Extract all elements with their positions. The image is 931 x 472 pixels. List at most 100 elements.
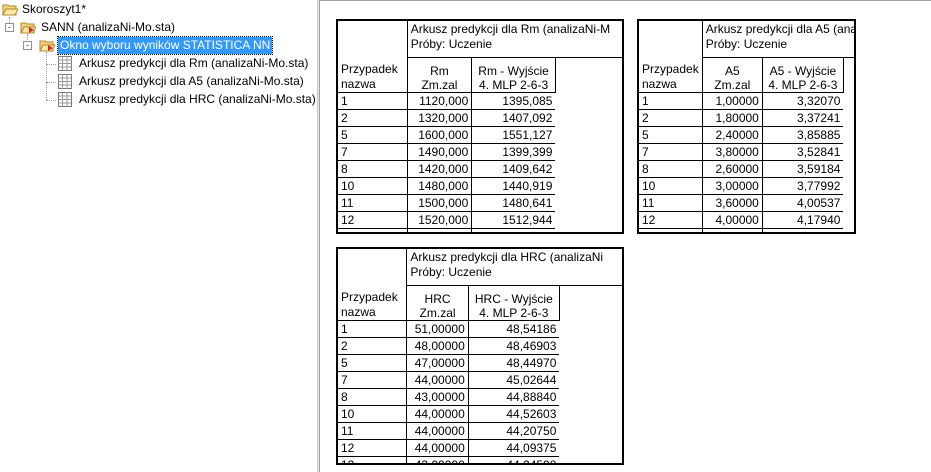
- target-value-cell[interactable]: 44,00000: [406, 439, 469, 457]
- target-value-cell[interactable]: 1500,000: [406, 228, 472, 232]
- case-id-cell[interactable]: 10: [338, 177, 408, 195]
- output-value-cell[interactable]: 1539,517: [471, 228, 556, 232]
- output-value-cell[interactable]: 3,52841: [761, 143, 844, 161]
- case-id-cell[interactable]: 5: [338, 354, 407, 372]
- output-value-cell[interactable]: 1399,399: [471, 143, 556, 161]
- table-row[interactable]: 1 51,00000 48,54186: [338, 320, 622, 338]
- table-row[interactable]: 10 44,00000 44,52603: [338, 405, 622, 423]
- target-value-cell[interactable]: 2,40000: [701, 126, 763, 144]
- tree-node-sheet-rm[interactable]: Arkusz predykcji dla Rm (analizaNi-Mo.st…: [0, 55, 317, 72]
- table-row[interactable]: 12 44,00000 44,09375: [338, 439, 622, 457]
- case-id-cell[interactable]: 1: [338, 92, 408, 110]
- output-value-cell[interactable]: 44,24598: [467, 456, 560, 463]
- output-value-cell[interactable]: 1395,085: [471, 92, 556, 110]
- table-row[interactable]: 7 3,80000 3,52841: [639, 143, 854, 161]
- table-row[interactable]: 10 1480,000 1440,919: [338, 177, 622, 195]
- output-value-cell[interactable]: 48,44970: [467, 354, 560, 372]
- column-header-target[interactable]: Rm Zm.zal: [406, 57, 472, 93]
- output-value-cell[interactable]: 1480,641: [471, 194, 556, 212]
- case-id-cell[interactable]: 2: [338, 337, 407, 355]
- column-header-output[interactable]: HRC - Wyjście 4. MLP 2-6-3: [467, 285, 560, 321]
- case-id-cell[interactable]: 12: [338, 439, 407, 457]
- table-row[interactable]: 2 1,80000 3,37241: [639, 109, 854, 127]
- target-value-cell[interactable]: 1600,000: [406, 126, 472, 144]
- case-id-cell[interactable]: 10: [639, 177, 703, 195]
- output-value-cell[interactable]: 1440,919: [471, 177, 556, 195]
- tree-node-sheet-hrc[interactable]: Arkusz predykcji dla HRC (analizaNi-Mo.s…: [0, 91, 317, 108]
- case-id-cell[interactable]: 10: [338, 405, 407, 423]
- output-value-cell[interactable]: 44,09375: [467, 439, 560, 457]
- prediction-sheet-a5[interactable]: Przypadek nazwa Arkusz predykcji dla A5 …: [637, 19, 856, 234]
- target-value-cell[interactable]: 51,00000: [406, 320, 469, 338]
- target-value-cell[interactable]: 1320,000: [406, 109, 472, 127]
- table-row[interactable]: 11 3,60000 4,00537: [639, 194, 854, 212]
- target-value-cell[interactable]: 1500,000: [406, 194, 472, 212]
- column-header-target[interactable]: HRC Zm.zal: [406, 285, 469, 321]
- output-value-cell[interactable]: 45,02644: [467, 371, 560, 389]
- prediction-sheet-rm[interactable]: Przypadek nazwa Arkusz predykcji dla Rm …: [336, 19, 624, 234]
- output-value-cell[interactable]: 1409,642: [471, 160, 556, 178]
- output-value-cell[interactable]: 4,17940: [761, 211, 844, 229]
- output-value-cell[interactable]: 1551,127: [471, 126, 556, 144]
- table-row[interactable]: 10 3,00000 3,77992: [639, 177, 854, 195]
- table-row[interactable]: 11 1500,000 1480,641: [338, 194, 622, 212]
- target-value-cell[interactable]: 3,80000: [701, 143, 763, 161]
- table-row[interactable]: 8 43,00000 44,88840: [338, 388, 622, 406]
- table-row[interactable]: 131500,0001539,517: [338, 228, 622, 232]
- table-row[interactable]: 8 2,60000 3,59184: [639, 160, 854, 178]
- tree-node-sann[interactable]: - SANN (analizaNi-Mo.sta): [0, 19, 300, 36]
- target-value-cell[interactable]: 1520,000: [406, 211, 472, 229]
- output-value-cell[interactable]: 44,52603: [467, 405, 560, 423]
- case-id-cell[interactable]: 5: [338, 126, 408, 144]
- output-value-cell[interactable]: 3,37241: [761, 109, 844, 127]
- table-row[interactable]: 13 43,00000 44,24598: [338, 456, 622, 463]
- table-row[interactable]: 2 48,00000 48,46903: [338, 337, 622, 355]
- collapse-icon[interactable]: -: [23, 41, 32, 50]
- table-row[interactable]: 1 1120,000 1395,085: [338, 92, 622, 110]
- output-value-cell[interactable]: 44,20750: [467, 422, 560, 440]
- tree-node-sheet-a5[interactable]: Arkusz predykcji dla A5 (analizaNi-Mo.st…: [0, 73, 317, 90]
- case-id-cell[interactable]: 2: [338, 109, 408, 127]
- table-row[interactable]: 11 44,00000 44,20750: [338, 422, 622, 440]
- case-id-cell[interactable]: 5: [639, 126, 703, 144]
- target-value-cell[interactable]: 1420,000: [406, 160, 472, 178]
- target-value-cell[interactable]: 44,00000: [406, 405, 469, 423]
- table-row[interactable]: 12 4,00000 4,17940: [639, 211, 854, 229]
- case-id-cell[interactable]: 11: [338, 422, 407, 440]
- table-row[interactable]: 5 47,00000 48,44970: [338, 354, 622, 372]
- target-value-cell[interactable]: 1,80000: [701, 109, 763, 127]
- target-value-cell[interactable]: 1120,000: [406, 92, 472, 110]
- case-id-cell[interactable]: 11: [639, 194, 703, 212]
- output-value-cell[interactable]: 44,88840: [467, 388, 560, 406]
- column-header-output[interactable]: A5 - Wyjście 4. MLP 2-6-3: [761, 57, 844, 93]
- table-row[interactable]: 8 1420,000 1409,642: [338, 160, 622, 178]
- case-id-cell[interactable]: 13: [338, 228, 408, 232]
- output-value-cell[interactable]: 3,32070: [761, 92, 844, 110]
- output-value-cell[interactable]: 4,00537: [761, 194, 844, 212]
- case-id-cell[interactable]: 8: [338, 388, 407, 406]
- column-header-output[interactable]: Rm - Wyjście 4. MLP 2-6-3: [471, 57, 556, 93]
- table-row[interactable]: 134,200004,37485: [639, 228, 854, 232]
- target-value-cell[interactable]: 3,00000: [701, 177, 763, 195]
- table-row[interactable]: 5 2,40000 3,85885: [639, 126, 854, 144]
- case-id-cell[interactable]: 12: [338, 211, 408, 229]
- column-header-target[interactable]: A5 Zm.zal: [701, 57, 763, 93]
- prediction-sheet-hrc[interactable]: Przypadek nazwa Arkusz predykcji dla HRC…: [336, 247, 624, 465]
- target-value-cell[interactable]: 4,00000: [701, 211, 763, 229]
- target-value-cell[interactable]: 2,60000: [701, 160, 763, 178]
- target-value-cell[interactable]: 1480,000: [406, 177, 472, 195]
- table-row[interactable]: 7 1490,000 1399,399: [338, 143, 622, 161]
- target-value-cell[interactable]: 47,00000: [406, 354, 469, 372]
- table-row[interactable]: 2 1320,000 1407,092: [338, 109, 622, 127]
- output-value-cell[interactable]: 1407,092: [471, 109, 556, 127]
- target-value-cell[interactable]: 43,00000: [406, 388, 469, 406]
- target-value-cell[interactable]: 1,00000: [701, 92, 763, 110]
- output-value-cell[interactable]: 3,85885: [761, 126, 844, 144]
- tree-node-results-window[interactable]: - Okno wyboru wyników STATISTICA NN: [0, 36, 300, 55]
- collapse-icon[interactable]: -: [5, 23, 14, 32]
- output-value-cell[interactable]: 3,59184: [761, 160, 844, 178]
- target-value-cell[interactable]: 48,00000: [406, 337, 469, 355]
- table-row[interactable]: 5 1600,000 1551,127: [338, 126, 622, 144]
- target-value-cell[interactable]: 3,60000: [701, 194, 763, 212]
- table-row[interactable]: 1 1,00000 3,32070: [639, 92, 854, 110]
